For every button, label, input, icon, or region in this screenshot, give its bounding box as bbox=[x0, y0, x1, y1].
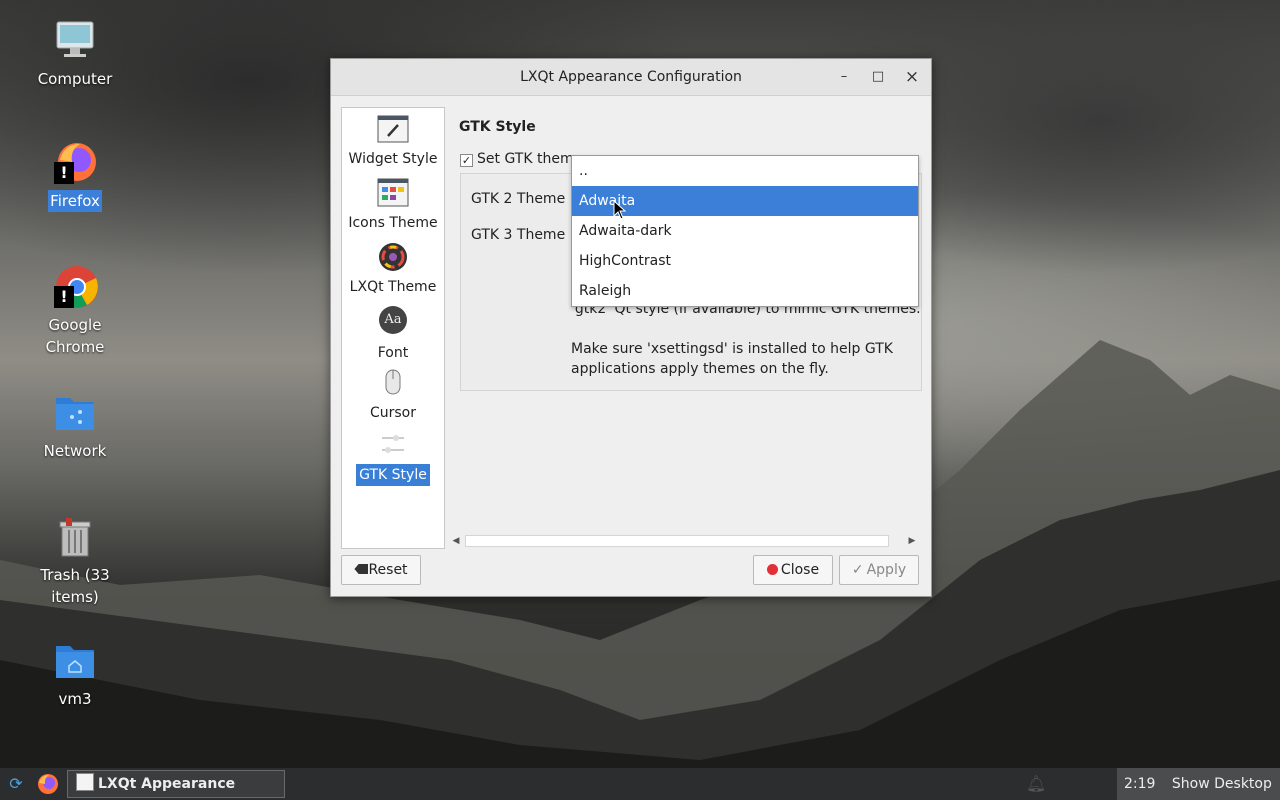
widget-style-icon bbox=[376, 112, 410, 146]
gtk-style-icon bbox=[376, 428, 410, 462]
sidebar-item-cursor[interactable]: Cursor bbox=[342, 366, 444, 424]
scrollbar-track[interactable] bbox=[465, 535, 889, 547]
sidebar-item-label: Icons Theme bbox=[348, 215, 438, 231]
dropdown-option[interactable]: Raleigh bbox=[572, 276, 918, 306]
sidebar-item-widget-style[interactable]: Widget Style bbox=[342, 112, 444, 170]
desktop-icon-network[interactable]: Network bbox=[20, 390, 130, 462]
dropdown-option[interactable]: HighContrast bbox=[572, 246, 918, 276]
firefox-launcher-icon[interactable] bbox=[37, 773, 59, 795]
mouse-pointer-icon bbox=[613, 200, 627, 220]
sidebar-item-label: Widget Style bbox=[348, 151, 438, 167]
sidebar-item-label: LXQt Theme bbox=[349, 279, 437, 295]
desktop-icon-label: Firefox bbox=[48, 190, 102, 212]
info-text-xsettingsd: Make sure 'xsettingsd' is installed to h… bbox=[571, 341, 893, 377]
home-folder-icon bbox=[52, 638, 98, 684]
sidebar-item-label: Cursor bbox=[369, 405, 417, 421]
desktop-icon-label-line2: Chrome bbox=[45, 338, 105, 356]
apply-button[interactable]: ✓ Apply bbox=[839, 555, 919, 585]
computer-icon bbox=[52, 18, 98, 64]
close-window-button[interactable]: × bbox=[897, 59, 927, 95]
font-icon: Aa bbox=[376, 306, 410, 340]
lxqt-theme-icon bbox=[376, 240, 410, 274]
scroll-right-arrow-icon[interactable]: ▶ bbox=[905, 533, 919, 549]
show-desktop-button[interactable]: Show Desktop bbox=[1172, 776, 1272, 792]
warning-badge-icon: ! bbox=[54, 286, 74, 308]
tray-clock-area: 2:19 Show Desktop bbox=[1117, 768, 1280, 800]
checkbox-label: Set GTK them bbox=[477, 151, 574, 167]
settings-sidebar: Widget Style Icons Theme LXQt Theme Aa F… bbox=[341, 107, 445, 549]
page-title: GTK Style bbox=[459, 119, 536, 135]
desktop-icon-label-line1: Trash (33 bbox=[40, 566, 110, 584]
gtk3-theme-label: GTK 3 Theme bbox=[471, 227, 566, 243]
close-circle-icon bbox=[766, 564, 778, 575]
set-gtk-theme-checkbox-row[interactable]: ✓ Set GTK them bbox=[460, 151, 574, 167]
sidebar-item-lxqt-theme[interactable]: LXQt Theme bbox=[342, 240, 444, 298]
cursor-icon bbox=[376, 366, 410, 400]
taskbar-window-button[interactable]: LXQt Appearance Confi... bbox=[67, 770, 285, 798]
app-menu-icon[interactable]: ⟳ bbox=[6, 774, 26, 794]
gtk2-theme-label: GTK 2 Theme bbox=[471, 191, 566, 207]
gtk-theme-dropdown-list[interactable]: .. Adwaita Adwaita-dark HighContrast Ral… bbox=[571, 155, 919, 307]
desktop-icon-label: Computer bbox=[37, 70, 113, 88]
minimize-button[interactable]: – bbox=[829, 59, 859, 95]
horizontal-scrollbar[interactable]: ◀ ▶ bbox=[449, 533, 919, 549]
desktop-icon-label-line1: Google bbox=[48, 316, 102, 334]
close-button[interactable]: Close bbox=[753, 555, 833, 585]
firefox-icon: ! bbox=[52, 140, 98, 186]
clock[interactable]: 2:19 bbox=[1124, 776, 1155, 792]
window-title: LXQt Appearance Configuration bbox=[520, 69, 742, 85]
window-titlebar[interactable]: LXQt Appearance Configuration – □ × bbox=[331, 59, 931, 96]
sidebar-item-label: GTK Style bbox=[356, 464, 430, 486]
desktop-icon-label-line2: items) bbox=[51, 588, 99, 606]
trash-icon bbox=[52, 514, 98, 560]
icons-theme-icon bbox=[376, 176, 410, 210]
chrome-icon: ! bbox=[52, 264, 98, 310]
sidebar-item-label: Font bbox=[377, 345, 409, 361]
desktop-icon-firefox[interactable]: ! Firefox bbox=[20, 140, 130, 212]
reset-icon bbox=[354, 564, 369, 574]
scroll-left-arrow-icon[interactable]: ◀ bbox=[449, 533, 463, 549]
sidebar-item-font[interactable]: Aa Font bbox=[342, 304, 444, 364]
warning-badge-icon: ! bbox=[54, 162, 74, 184]
desktop-icon-trash[interactable]: Trash (33 items) bbox=[20, 514, 130, 608]
sidebar-item-icons-theme[interactable]: Icons Theme bbox=[342, 176, 444, 234]
checkmark-icon: ✓ bbox=[851, 562, 864, 578]
dropdown-option[interactable]: .. bbox=[572, 156, 918, 186]
appearance-config-window[interactable]: LXQt Appearance Configuration – □ × Widg… bbox=[330, 58, 932, 597]
taskbar: ⟳ LXQt Appearance Confi... 🔔︎ 2:19 Show … bbox=[0, 768, 1280, 800]
sidebar-item-gtk-style[interactable]: GTK Style bbox=[342, 428, 444, 486]
desktop-icon-computer[interactable]: Computer bbox=[20, 18, 130, 90]
widget-style-icon bbox=[76, 773, 94, 791]
maximize-button[interactable]: □ bbox=[863, 59, 893, 95]
network-folder-icon bbox=[52, 390, 98, 436]
desktop-icon-label: Network bbox=[43, 442, 107, 460]
notification-bell-icon[interactable]: 🔔︎ bbox=[1026, 774, 1046, 794]
desktop-icon-vm3[interactable]: vm3 bbox=[20, 638, 130, 710]
desktop-icon-chrome[interactable]: ! Google Chrome bbox=[20, 264, 130, 358]
desktop-icon-label: vm3 bbox=[58, 690, 92, 708]
set-gtk-theme-checkbox[interactable]: ✓ bbox=[460, 154, 473, 167]
reset-button[interactable]: Reset bbox=[341, 555, 421, 585]
dropdown-option[interactable]: Adwaita-dark bbox=[572, 216, 918, 246]
